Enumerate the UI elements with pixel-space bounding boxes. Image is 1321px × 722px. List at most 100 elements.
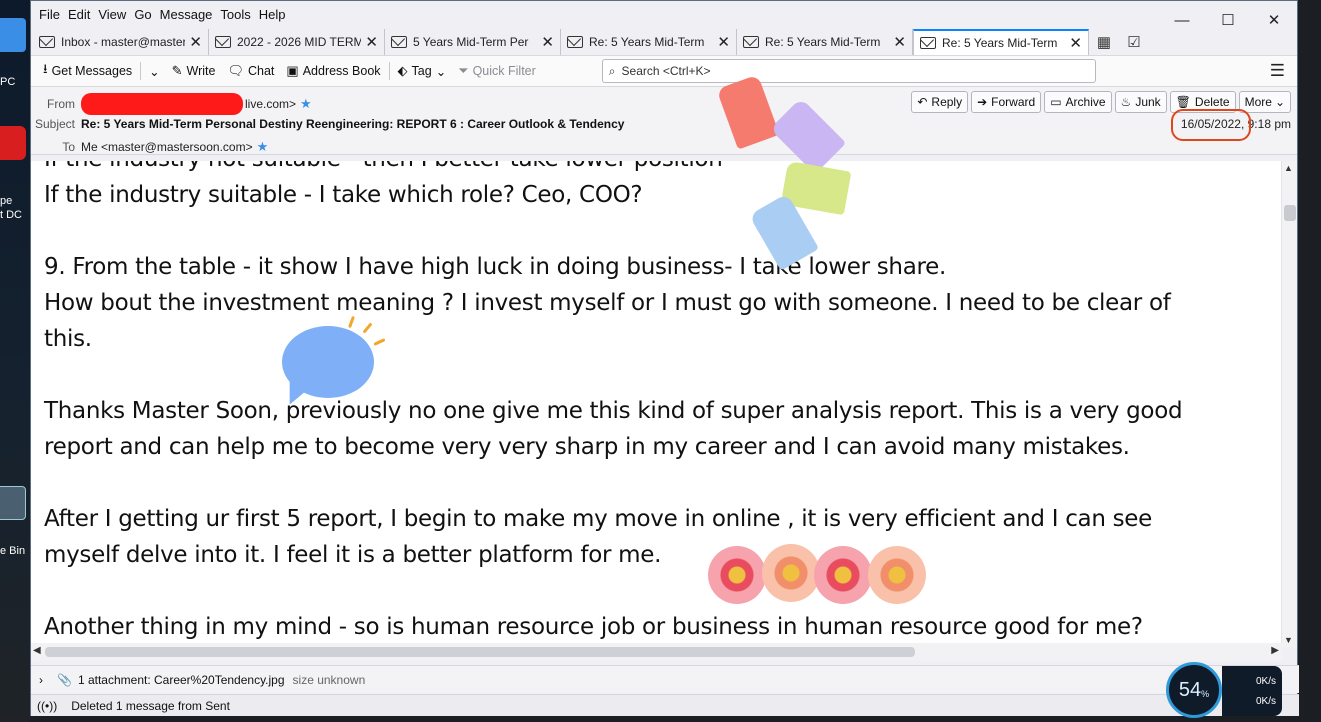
app-menu-icon[interactable]: ☰ bbox=[1270, 61, 1285, 81]
tab-label: Inbox - master@masters bbox=[61, 35, 186, 49]
tab-close-icon[interactable]: ✕ bbox=[1069, 34, 1082, 52]
subject-label: Subject bbox=[34, 117, 75, 131]
get-messages-dropdown[interactable]: ⌄ bbox=[143, 58, 165, 84]
tab-close-icon[interactable]: ✕ bbox=[189, 33, 202, 51]
scroll-right-icon[interactable]: ▶ bbox=[1271, 645, 1279, 656]
menu-edit[interactable]: Edit bbox=[64, 7, 94, 22]
to-row: To Me <master@mastersoon.com> ★ bbox=[31, 139, 268, 155]
main-toolbar: ⭳ Get Messages ⌄ ✎ Write 🗨 Chat ▣ Addres… bbox=[31, 55, 1297, 87]
forward-button[interactable]: ➔ Forward bbox=[971, 91, 1042, 113]
chevron-down-icon: ⌄ bbox=[149, 64, 160, 79]
tab-bar: Inbox - master@masters ✕ 2022 - 2026 MID… bbox=[31, 27, 1297, 55]
tab-message-active[interactable]: Re: 5 Years Mid-Term ✕ bbox=[913, 29, 1089, 55]
star-icon[interactable]: ★ bbox=[300, 96, 312, 112]
menu-help[interactable]: Help bbox=[255, 7, 290, 22]
address-book-button[interactable]: ▣ Address Book bbox=[280, 58, 386, 84]
tag-label: Tag bbox=[411, 64, 432, 78]
chevron-down-icon: ⌄ bbox=[1274, 95, 1285, 109]
tab-close-icon[interactable]: ✕ bbox=[365, 33, 378, 51]
scroll-up-icon[interactable]: ▲ bbox=[1284, 163, 1293, 173]
archive-icon: ▭ bbox=[1050, 95, 1062, 109]
quick-filter-button[interactable]: ⏷ Quick Filter bbox=[452, 58, 542, 84]
tab-label: 2022 - 2026 MID TERM bbox=[237, 35, 362, 49]
scroll-left-icon[interactable]: ◀ bbox=[33, 645, 41, 656]
archive-button[interactable]: ▭ Archive bbox=[1044, 91, 1112, 113]
body-line: myself delve into it. I feel it is a bet… bbox=[44, 542, 662, 568]
attachment-name[interactable]: 1 attachment: Career%20Tendency.jpg bbox=[78, 673, 285, 687]
status-bar: ((•)) Deleted 1 message from Sent bbox=[31, 694, 1299, 716]
body-line: After I getting ur first 5 report, I beg… bbox=[44, 506, 1153, 532]
scroll-thumb[interactable] bbox=[45, 647, 915, 657]
toolbar-divider bbox=[388, 62, 390, 80]
this-pc-icon[interactable] bbox=[0, 18, 26, 52]
status-text: Deleted 1 message from Sent bbox=[71, 698, 230, 713]
tab-message-3[interactable]: Re: 5 Years Mid-Term ✕ bbox=[561, 29, 737, 55]
chat-icon: 🗨 bbox=[227, 63, 244, 78]
pencil-icon: ✎ bbox=[171, 63, 183, 78]
tab-label: Re: 5 Years Mid-Term bbox=[765, 35, 881, 49]
tasks-icon[interactable]: ☑ bbox=[1119, 29, 1149, 55]
expand-icon[interactable]: › bbox=[39, 673, 43, 687]
menu-tools[interactable]: Tools bbox=[216, 7, 254, 22]
junk-button[interactable]: ♨ Junk bbox=[1114, 91, 1167, 113]
quick-filter-label: Quick Filter bbox=[472, 64, 536, 78]
menu-view[interactable]: View bbox=[94, 7, 130, 22]
online-status-icon[interactable]: ((•)) bbox=[37, 699, 57, 713]
tab-label: Re: 5 Years Mid-Term bbox=[589, 35, 705, 49]
download-speed: 0K/s bbox=[1255, 696, 1276, 707]
tab-label: 5 Years Mid-Term Per bbox=[413, 35, 529, 49]
body-blank-line bbox=[44, 213, 1264, 249]
calendar-icon[interactable]: ▦ bbox=[1089, 29, 1119, 55]
chat-button[interactable]: 🗨 Chat bbox=[221, 58, 280, 84]
recycle-bin-icon[interactable] bbox=[0, 486, 26, 520]
tab-message-4[interactable]: Re: 5 Years Mid-Term ✕ bbox=[737, 29, 913, 55]
reply-button[interactable]: ↶ Reply bbox=[911, 91, 969, 113]
envelope-icon bbox=[743, 36, 759, 48]
envelope-icon bbox=[920, 37, 936, 49]
horizontal-scrollbar[interactable]: ◀ ▶ bbox=[31, 643, 1283, 661]
envelope-icon bbox=[39, 36, 55, 48]
attachment-bar[interactable]: › 📎 1 attachment: Career%20Tendency.jpg … bbox=[31, 665, 1299, 693]
search-input[interactable]: ⌕ Search <Ctrl+K> bbox=[601, 59, 1096, 83]
tag-button[interactable]: ⬖ Tag ⌄ bbox=[392, 58, 453, 84]
from-address[interactable]: live.com> bbox=[245, 97, 296, 111]
tab-message-2[interactable]: 5 Years Mid-Term Per ✕ bbox=[385, 29, 561, 55]
speed-gauge[interactable]: 54% bbox=[1166, 662, 1222, 718]
delete-label: Delete bbox=[1194, 95, 1230, 109]
subject-text: Re: 5 Years Mid-Term Personal Destiny Re… bbox=[81, 117, 625, 131]
menu-go[interactable]: Go bbox=[130, 7, 155, 22]
message-body[interactable]: If the industry not suitable - then I be… bbox=[31, 161, 1283, 647]
body-blank-line bbox=[44, 465, 1264, 501]
write-label: Write bbox=[186, 64, 216, 78]
tab-close-icon[interactable]: ✕ bbox=[893, 33, 906, 51]
scroll-thumb[interactable] bbox=[1284, 205, 1296, 221]
menu-message[interactable]: Message bbox=[156, 7, 217, 22]
more-button[interactable]: More ⌄ bbox=[1238, 91, 1291, 113]
body-line: this. bbox=[44, 326, 92, 352]
speed-percent-unit: % bbox=[1201, 689, 1210, 699]
to-address[interactable]: Me <master@mastersoon.com> bbox=[81, 140, 253, 154]
message-body-text: If the industry not suitable - then I be… bbox=[44, 161, 1264, 645]
envelope-icon bbox=[215, 36, 231, 48]
tab-close-icon[interactable]: ✕ bbox=[717, 33, 730, 51]
star-icon[interactable]: ★ bbox=[257, 139, 269, 155]
body-blank-line bbox=[44, 357, 1264, 393]
acrobat-icon[interactable] bbox=[0, 126, 26, 160]
body-blank-line bbox=[44, 573, 1264, 609]
body-line: report and can help me to become very ve… bbox=[44, 434, 1130, 460]
tab-message-1[interactable]: 2022 - 2026 MID TERM ✕ bbox=[209, 29, 385, 55]
reply-label: Reply bbox=[931, 95, 963, 109]
menu-file[interactable]: File bbox=[35, 7, 64, 22]
toolbar-divider bbox=[140, 62, 142, 80]
get-messages-button[interactable]: ⭳ Get Messages bbox=[37, 58, 138, 84]
subject-row: Subject Re: 5 Years Mid-Term Personal De… bbox=[31, 117, 625, 131]
tab-inbox[interactable]: Inbox - master@masters ✕ bbox=[33, 29, 209, 55]
scroll-down-icon[interactable]: ▼ bbox=[1284, 635, 1293, 645]
redaction-mark bbox=[81, 93, 243, 115]
vertical-scrollbar[interactable]: ▲ ▼ bbox=[1281, 161, 1297, 647]
write-button[interactable]: ✎ Write bbox=[166, 58, 222, 84]
body-line: If the industry suitable - I take which … bbox=[44, 182, 643, 208]
body-line: How bout the investment meaning ? I inve… bbox=[44, 290, 1171, 316]
desktop-label-pe: pe bbox=[0, 195, 13, 207]
tab-close-icon[interactable]: ✕ bbox=[541, 33, 554, 51]
